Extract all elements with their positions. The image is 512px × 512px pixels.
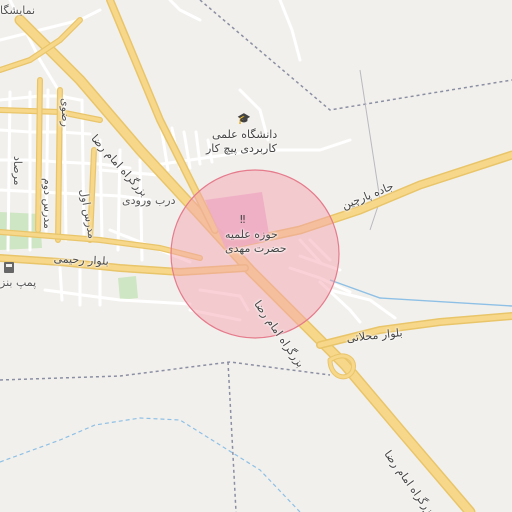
fuel-pump-icon: [4, 262, 14, 273]
park-area: [118, 276, 138, 300]
label-darb-vorudi: درب ورودی: [122, 194, 176, 207]
map-canvas[interactable]: نمایشگا 🎓 دانشگاه علمی کاربردی پیچ کار ‼…: [0, 0, 512, 512]
label-university-line1: دانشگاه علمی: [212, 128, 278, 141]
label-street-modares2: مدرس دوم: [41, 178, 54, 229]
label-hawza-line1: حوزه علمیه: [225, 228, 278, 241]
label-university-line2: کاربردی پیچ کار: [206, 142, 277, 155]
religious-school-icon: ‼: [240, 213, 246, 226]
boundary-line: [199, 0, 512, 111]
label-hawza-line2: حضرت مهدی: [225, 242, 287, 255]
water-line: [329, 279, 512, 307]
label-pump-station: پمپ بنز: [0, 276, 37, 289]
boundary-line: [0, 361, 331, 381]
label-street-morsad: مرصاد: [11, 156, 24, 186]
label-top-left: نمایشگا: [0, 4, 36, 17]
label-street-razavi: رضوی: [59, 98, 72, 127]
graduation-cap-icon: 🎓: [237, 112, 251, 125]
water-line: [0, 417, 301, 512]
boundary-line: [227, 361, 237, 512]
